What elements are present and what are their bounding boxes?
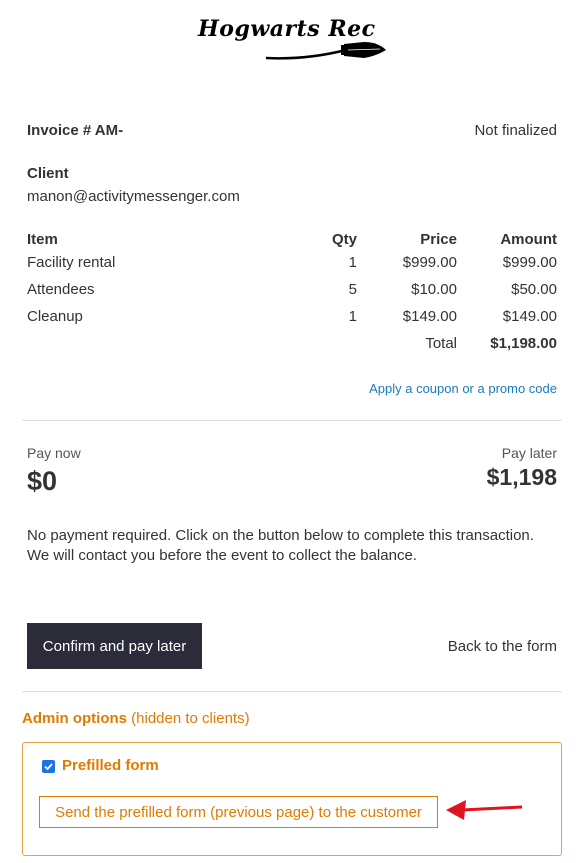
pay-now-value: $0 [27, 466, 58, 496]
row-amount: $50.00 [511, 281, 557, 298]
invoice-number: Invoice # AM- [27, 122, 124, 139]
payment-message-line1: No payment required. Click on the button… [27, 527, 534, 544]
row-qty: 1 [348, 308, 357, 325]
broomstick-icon [265, 42, 386, 60]
arrow-left-icon [446, 800, 523, 820]
row-price: $10.00 [411, 281, 457, 298]
divider [22, 691, 562, 692]
prefilled-form-checkbox[interactable] [42, 760, 55, 773]
row-price: $999.00 [402, 254, 457, 271]
row-amount: $149.00 [502, 308, 557, 325]
pay-later-value: $1,198 [486, 464, 557, 490]
send-prefilled-form-button[interactable]: Send the prefilled form (previous page) … [39, 796, 438, 828]
total-label: Total [425, 335, 457, 352]
col-header-amount: Amount [500, 231, 557, 248]
row-qty: 1 [348, 254, 357, 271]
back-to-form-link[interactable]: Back to the form [448, 638, 557, 655]
coupon-link[interactable]: Apply a coupon or a promo code [369, 381, 557, 396]
row-item: Attendees [27, 281, 95, 298]
admin-options-title: Admin options (hidden to clients) [22, 710, 250, 727]
invoice-status: Not finalized [474, 122, 557, 139]
row-qty: 5 [348, 281, 357, 298]
row-amount: $999.00 [502, 254, 557, 271]
confirm-pay-later-button[interactable]: Confirm and pay later [27, 623, 202, 669]
prefilled-form-label[interactable]: Prefilled form [62, 757, 159, 774]
col-header-price: Price [420, 231, 457, 248]
col-header-qty: Qty [331, 231, 357, 248]
total-value: $1,198.00 [490, 335, 557, 352]
client-email: manon@activitymessenger.com [27, 188, 240, 205]
row-price: $149.00 [402, 308, 457, 325]
client-label: Client [27, 165, 69, 182]
pay-now-label: Pay now [27, 445, 81, 461]
payment-message-line2: We will contact you before the event to … [27, 547, 417, 564]
row-item: Cleanup [27, 308, 83, 325]
pay-later-label: Pay later [501, 445, 557, 461]
col-header-item: Item [27, 231, 58, 248]
admin-options-subtitle: (hidden to clients) [131, 710, 250, 727]
admin-options-label: Admin options [22, 710, 127, 727]
row-item: Facility rental [27, 254, 116, 271]
checkbox-icon [44, 763, 53, 771]
logo: Hogwarts Rec [196, 14, 392, 64]
divider [22, 420, 562, 421]
